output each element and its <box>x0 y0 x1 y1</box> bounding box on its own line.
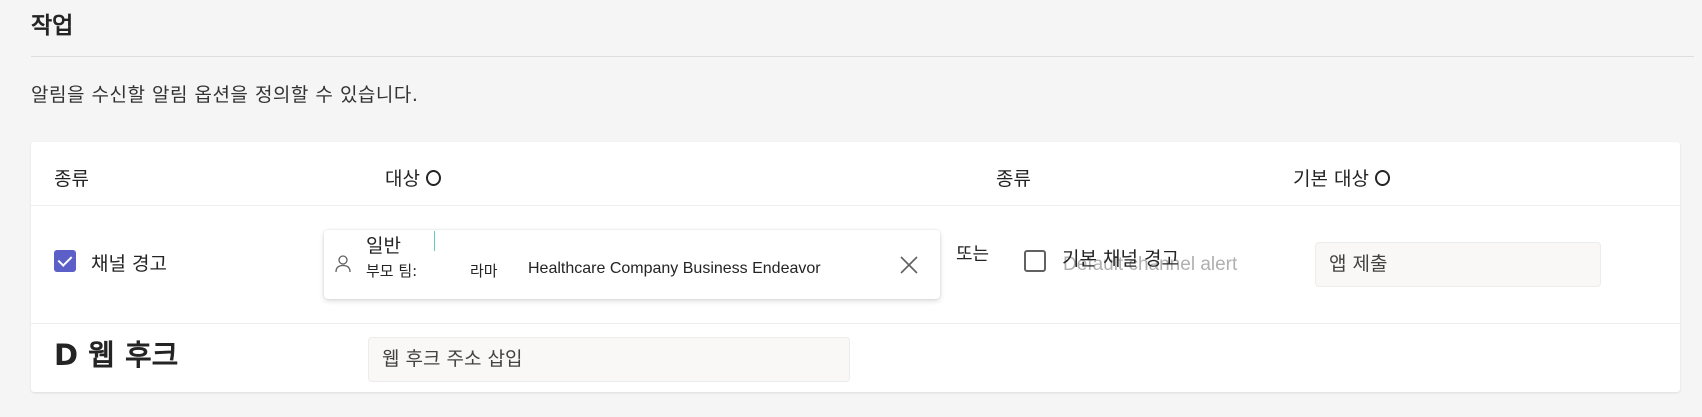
picker-parent-value: 라마 <box>470 262 498 280</box>
info-circle-icon[interactable] <box>1374 170 1390 186</box>
or-label: 또는 <box>956 244 990 265</box>
header-type: 종류 <box>54 168 89 190</box>
default-channel-alert-checkbox[interactable] <box>1024 250 1046 272</box>
header-default-target-label: 기본 대상 <box>1293 168 1369 190</box>
person-icon <box>335 255 351 273</box>
text-caret <box>434 231 435 251</box>
picker-team-name: Healthcare Company Business Endeavor <box>528 260 821 277</box>
header-type-2: 종류 <box>996 168 1031 190</box>
default-channel-alert-label: 기본 채널 경고 <box>1062 248 1179 270</box>
row-divider <box>31 205 1680 206</box>
webhook-label: D 웹 후크 <box>54 338 179 372</box>
header-target: 대상 <box>385 164 441 191</box>
section-description: 알림을 수신할 알림 옵션을 정의할 수 있습니다. <box>31 84 419 106</box>
default-target-field[interactable]: 앱 제출 <box>1316 243 1600 286</box>
section-title: 작업 <box>31 13 74 39</box>
section-divider <box>31 56 1694 57</box>
header-target-label: 대상 <box>385 168 420 190</box>
close-icon[interactable] <box>898 254 920 276</box>
picker-channel-name: 일반 <box>366 235 401 257</box>
header-default-target: 기본 대상 <box>1293 164 1390 191</box>
channel-alert-label: 채널 경고 <box>91 253 167 275</box>
info-circle-icon[interactable] <box>425 170 441 186</box>
channel-picker[interactable]: 일반 부모 팀: 라마 Healthcare Company Business … <box>324 230 940 299</box>
alert-settings-card: 종류 대상 종류 기본 대상 채널 경고 일반 부모 팀: 라마 Healthc… <box>31 142 1680 392</box>
row-divider <box>31 323 1680 324</box>
channel-alert-checkbox[interactable] <box>54 250 76 272</box>
webhook-url-input[interactable]: 웹 후크 주소 삽입 <box>369 338 849 381</box>
picker-parent-label: 부모 팀: <box>366 262 418 280</box>
